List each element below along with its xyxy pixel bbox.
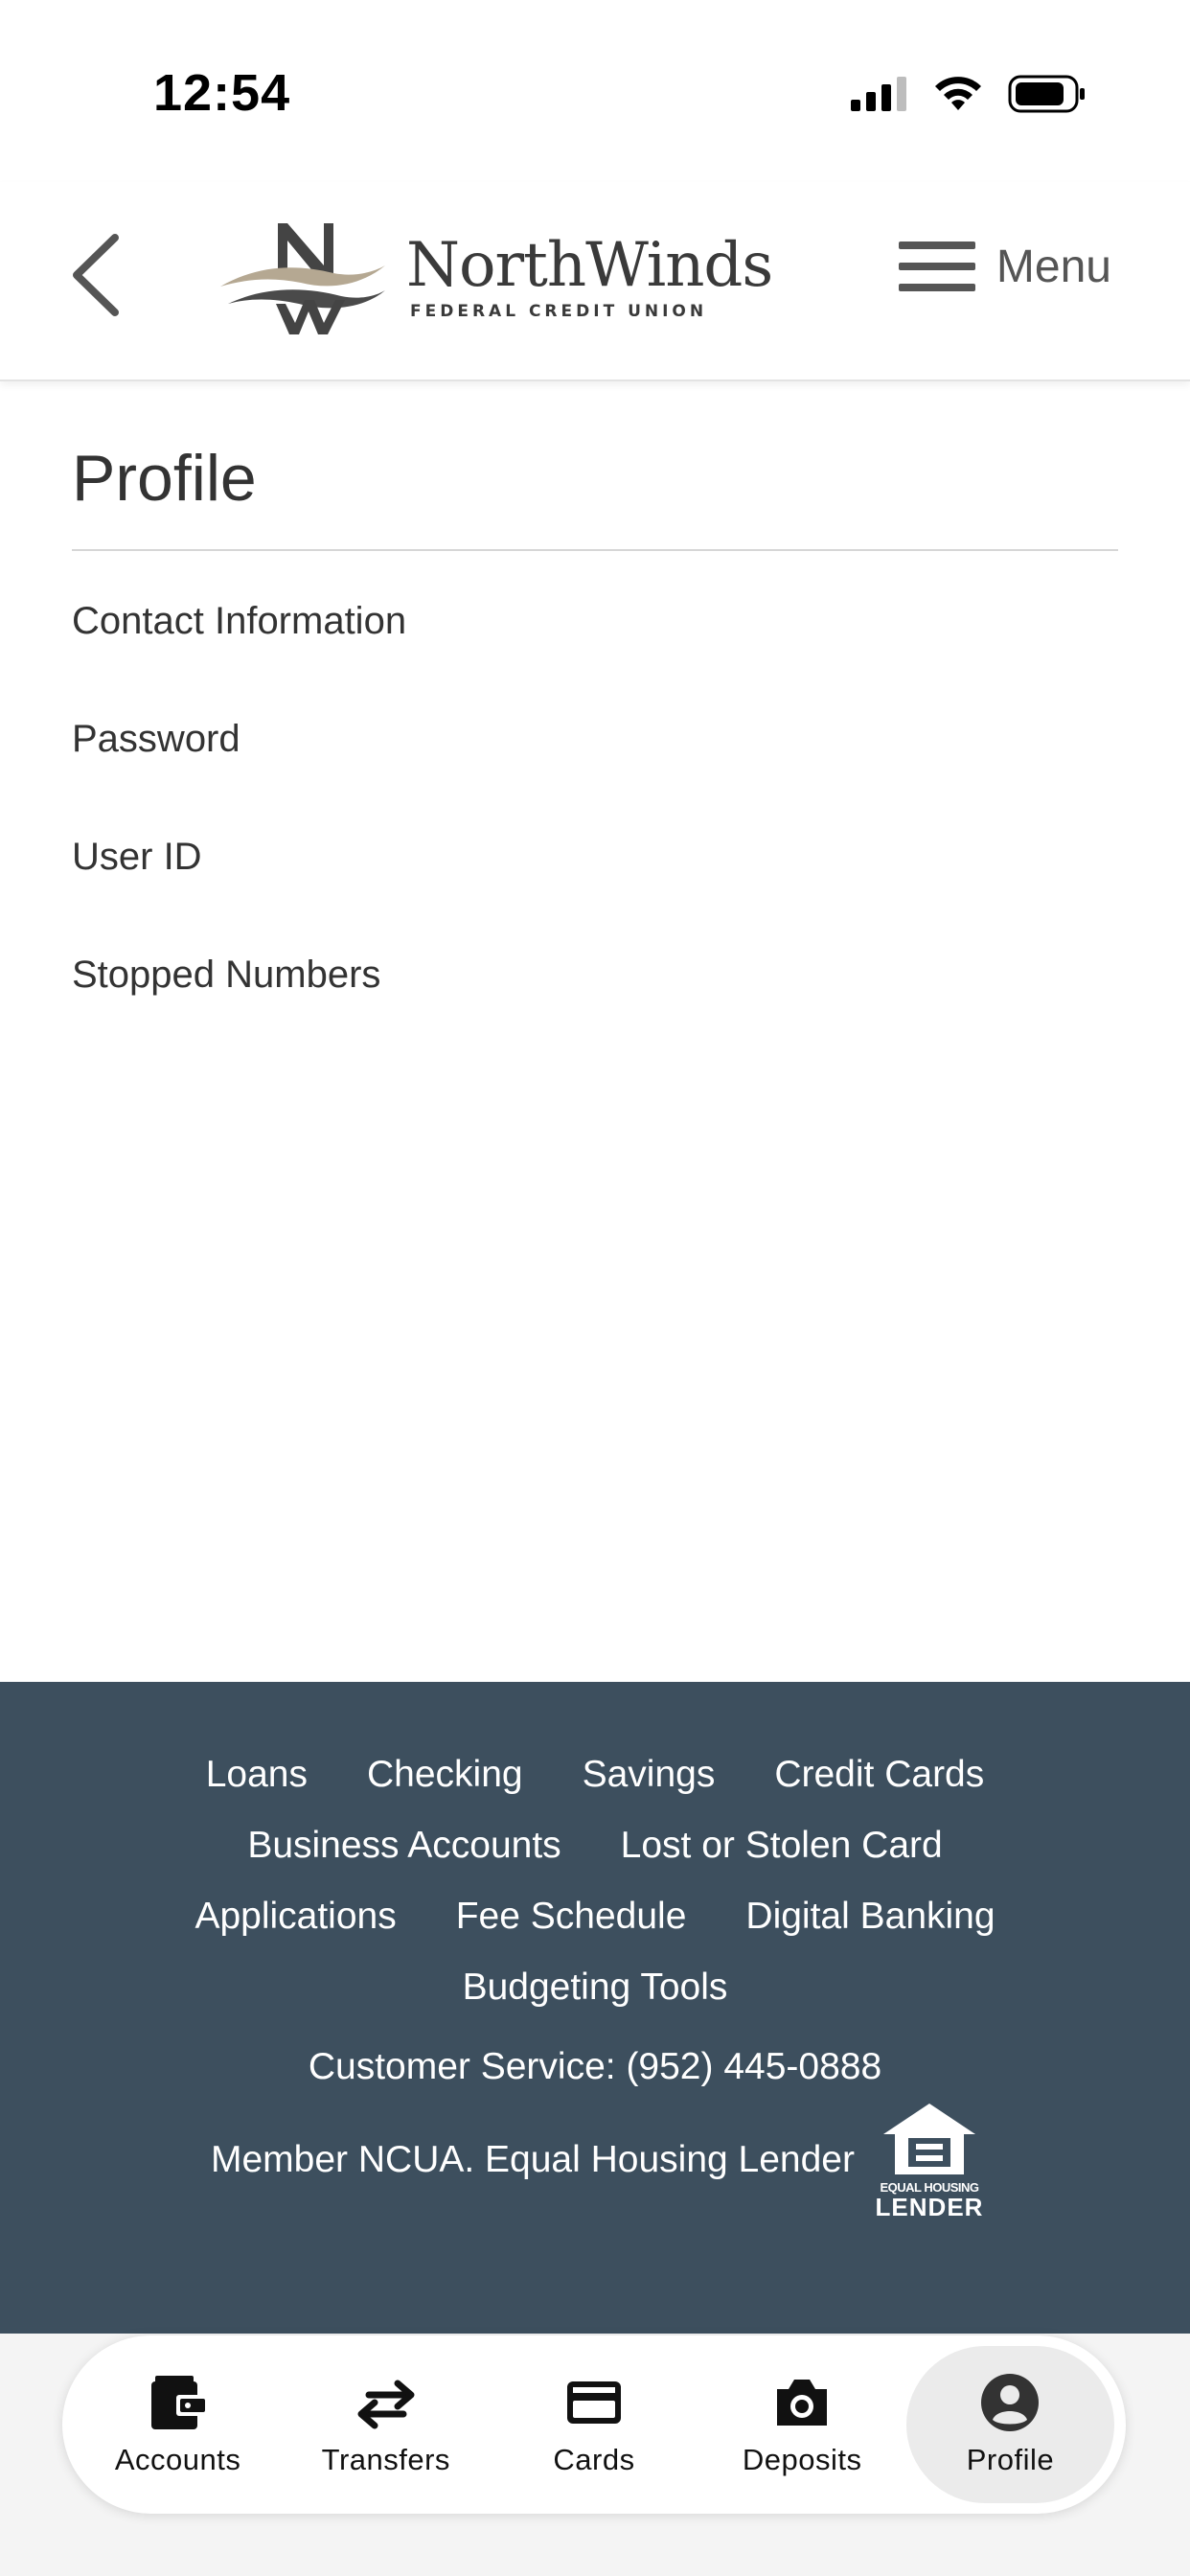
wifi-icon: [935, 77, 981, 110]
ehl-big-text: LENDER: [875, 2193, 984, 2221]
footer-link-loans[interactable]: Loans: [206, 1739, 308, 1810]
tab-cards[interactable]: Cards: [490, 2346, 698, 2503]
tab-bar: Accounts Transfers Cards Deposits Profil…: [62, 2335, 1126, 2514]
logo-wordmark: NorthWinds FEDERAL CREDIT UNION: [406, 230, 773, 321]
footer-link-digital-banking[interactable]: Digital Banking: [745, 1881, 995, 1952]
credit-card-icon: [567, 2381, 621, 2424]
footer-link-credit-cards[interactable]: Credit Cards: [774, 1739, 984, 1810]
logo-name: NorthWinds: [406, 230, 773, 301]
wallet-icon: [150, 2376, 205, 2429]
hamburger-icon: [898, 242, 975, 291]
footer-link-budgeting-tools[interactable]: Budgeting Tools: [463, 1952, 728, 2023]
tab-profile[interactable]: Profile: [905, 2346, 1115, 2503]
app-header: NorthWinds FEDERAL CREDIT UNION Menu: [0, 182, 1190, 381]
footer-link-business-accounts[interactable]: Business Accounts: [247, 1810, 561, 1881]
footer-link-applications[interactable]: Applications: [195, 1881, 396, 1952]
tab-label: Profile: [966, 2443, 1055, 2476]
menu-button[interactable]: Menu: [898, 240, 1111, 293]
profile-item-password[interactable]: Password: [72, 707, 1118, 825]
member-row: Member NCUA. Equal Housing Lender EQUAL …: [0, 2100, 1190, 2220]
tab-label: Cards: [553, 2443, 635, 2476]
tab-deposits[interactable]: Deposits: [698, 2346, 906, 2503]
footer-row: Business Accounts Lost or Stolen Card: [0, 1810, 1190, 1881]
status-bar: 12:54: [0, 0, 1190, 182]
equal-housing-lender-logo: EQUAL HOUSING LENDER: [876, 2100, 982, 2220]
footer-links: Loans Checking Savings Credit Cards Busi…: [0, 1739, 1190, 2023]
transfer-arrows-icon: [357, 2380, 415, 2429]
cellular-signal-icon: [851, 77, 906, 111]
footer-row: Applications Fee Schedule Digital Bankin…: [0, 1881, 1190, 1952]
footer-link-fee-schedule[interactable]: Fee Schedule: [456, 1881, 687, 1952]
tab-label: Deposits: [742, 2443, 862, 2476]
footer-row: Budgeting Tools: [0, 1952, 1190, 2023]
menu-label: Menu: [995, 241, 1111, 292]
profile-item-user-id[interactable]: User ID: [72, 825, 1118, 943]
profile-item-stopped-numbers[interactable]: Stopped Numbers: [72, 943, 1118, 1061]
profile-content: Profile Contact Information Password Use…: [72, 380, 1118, 1061]
title-divider: [72, 549, 1118, 551]
battery-icon: [1008, 75, 1085, 113]
customer-service-phone[interactable]: Customer Service: (952) 445-0888: [0, 2046, 1190, 2088]
northwinds-logo[interactable]: NorthWinds FEDERAL CREDIT UNION: [218, 211, 773, 345]
user-circle-icon: [981, 2374, 1040, 2431]
tab-transfers[interactable]: Transfers: [282, 2346, 490, 2503]
status-time: 12:54: [153, 64, 291, 122]
profile-item-contact-information[interactable]: Contact Information: [72, 589, 1118, 707]
tab-label: Transfers: [321, 2443, 450, 2476]
equal-housing-house-icon: [883, 2104, 975, 2174]
status-icons: [851, 75, 1087, 113]
footer-link-checking[interactable]: Checking: [367, 1739, 523, 1810]
camera-icon: [777, 2380, 828, 2426]
tab-label: Accounts: [114, 2443, 241, 2476]
tab-accounts[interactable]: Accounts: [74, 2346, 282, 2503]
footer: Loans Checking Savings Credit Cards Busi…: [0, 1682, 1190, 2334]
footer-link-lost-or-stolen-card[interactable]: Lost or Stolen Card: [621, 1810, 943, 1881]
footer-link-savings[interactable]: Savings: [583, 1739, 716, 1810]
footer-row: Loans Checking Savings Credit Cards: [0, 1739, 1190, 1810]
profile-menu: Contact Information Password User ID Sto…: [72, 589, 1118, 1061]
chevron-left-icon: [73, 234, 119, 316]
logo-subtitle: FEDERAL CREDIT UNION: [410, 302, 708, 321]
member-text: Member NCUA. Equal Housing Lender: [211, 2138, 855, 2180]
back-button[interactable]: [57, 232, 134, 318]
northwinds-logo-mark: [220, 223, 385, 334]
page-title: Profile: [72, 442, 257, 515]
